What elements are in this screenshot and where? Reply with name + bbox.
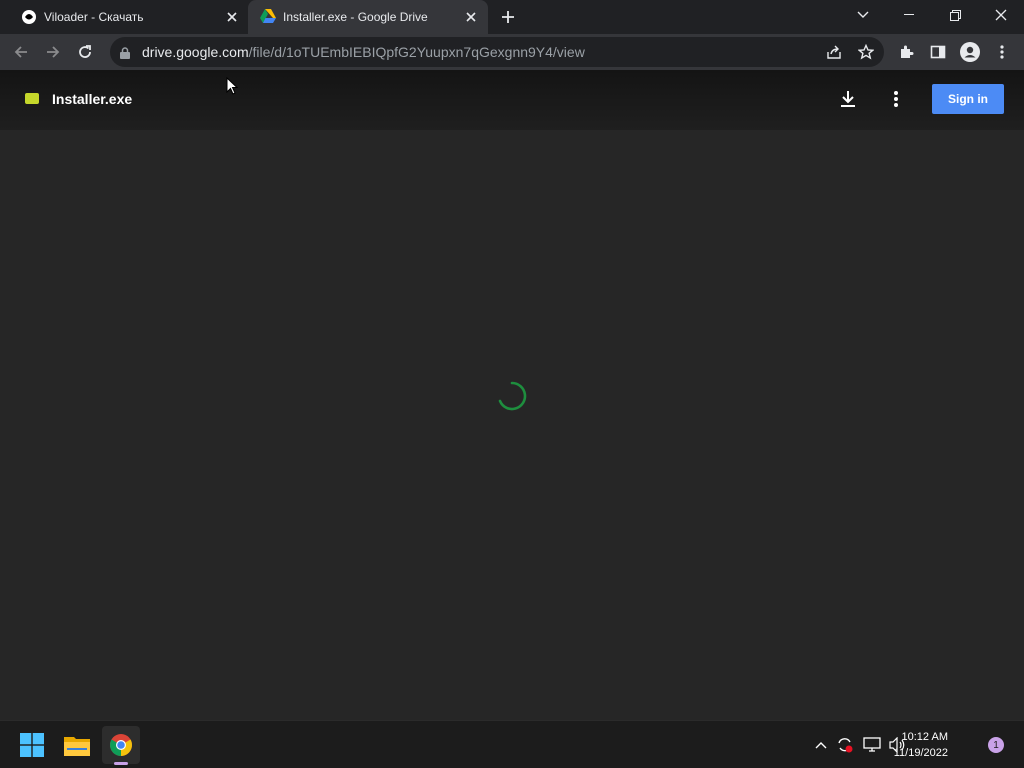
tab-title: Installer.exe - Google Drive — [283, 10, 428, 24]
file-name: Installer.exe — [52, 91, 133, 107]
windows-taskbar: 10:12 AM 11/19/2022 1 — [0, 720, 1024, 768]
tab-google-drive[interactable]: Installer.exe - Google Drive — [248, 0, 488, 34]
side-panel-icon[interactable] — [925, 39, 951, 65]
google-drive-favicon-icon — [260, 9, 276, 25]
new-tab-icon[interactable] — [500, 9, 516, 25]
url-host: drive.google.com — [142, 44, 249, 60]
bookmark-star-icon[interactable] — [857, 43, 875, 65]
address-bar[interactable]: drive.google.com/file/d/1oTUEmbIEBIQpfG2… — [110, 37, 884, 67]
back-icon[interactable] — [8, 39, 34, 65]
close-tab-icon[interactable] — [463, 9, 479, 25]
drive-preview-header: Installer.exe Sign in — [0, 70, 1024, 130]
tab-viloader[interactable]: Viloader - Скачать — [8, 0, 248, 34]
url-path: /file/d/1oTUEmbIEBIQpfG2Yuupxn7qGexgnn9Y… — [248, 44, 585, 60]
browser-tab-strip: Viloader - Скачать Installer.exe - Googl… — [0, 0, 1024, 34]
browser-toolbar: drive.google.com/file/d/1oTUEmbIEBIQpfG2… — [0, 34, 1024, 70]
close-window-icon[interactable] — [978, 0, 1024, 30]
more-actions-icon[interactable] — [893, 90, 899, 113]
tab-search-icon[interactable] — [840, 0, 886, 30]
file-preview-area — [0, 130, 1024, 720]
viloader-favicon-icon — [22, 10, 36, 24]
reload-icon[interactable] — [72, 39, 98, 65]
download-icon[interactable] — [838, 89, 858, 114]
tab-title: Viloader - Скачать — [44, 10, 144, 24]
minimize-icon[interactable] — [886, 0, 932, 30]
extensions-puzzle-icon[interactable] — [893, 39, 919, 65]
notification-count-badge[interactable]: 1 — [988, 737, 1004, 753]
close-tab-icon[interactable] — [224, 9, 240, 25]
lock-icon[interactable] — [120, 46, 130, 64]
restore-icon[interactable] — [932, 0, 978, 30]
loading-spinner-icon — [496, 380, 528, 412]
sign-in-button[interactable]: Sign in — [932, 84, 1004, 114]
share-icon[interactable] — [826, 44, 842, 65]
chrome-taskbar-icon[interactable] — [102, 726, 140, 765]
profile-avatar-icon[interactable] — [957, 39, 983, 65]
file-explorer-folder-icon[interactable] — [58, 726, 96, 764]
start-windows-icon[interactable] — [13, 726, 51, 764]
clock-time[interactable]: 10:12 AM — [902, 731, 948, 743]
chrome-menu-icon[interactable] — [989, 39, 1015, 65]
active-app-indicator — [114, 762, 128, 765]
forward-icon[interactable] — [40, 39, 66, 65]
network-icon[interactable] — [862, 735, 882, 755]
clock-date[interactable]: 11/19/2022 — [894, 747, 948, 759]
show-hidden-icons-chevron-up-icon[interactable] — [811, 735, 831, 755]
url-text[interactable]: drive.google.com/file/d/1oTUEmbIEBIQpfG2… — [142, 44, 585, 60]
executable-file-icon — [25, 93, 39, 104]
sync-error-icon[interactable] — [835, 735, 855, 755]
mouse-cursor-icon — [226, 76, 239, 100]
